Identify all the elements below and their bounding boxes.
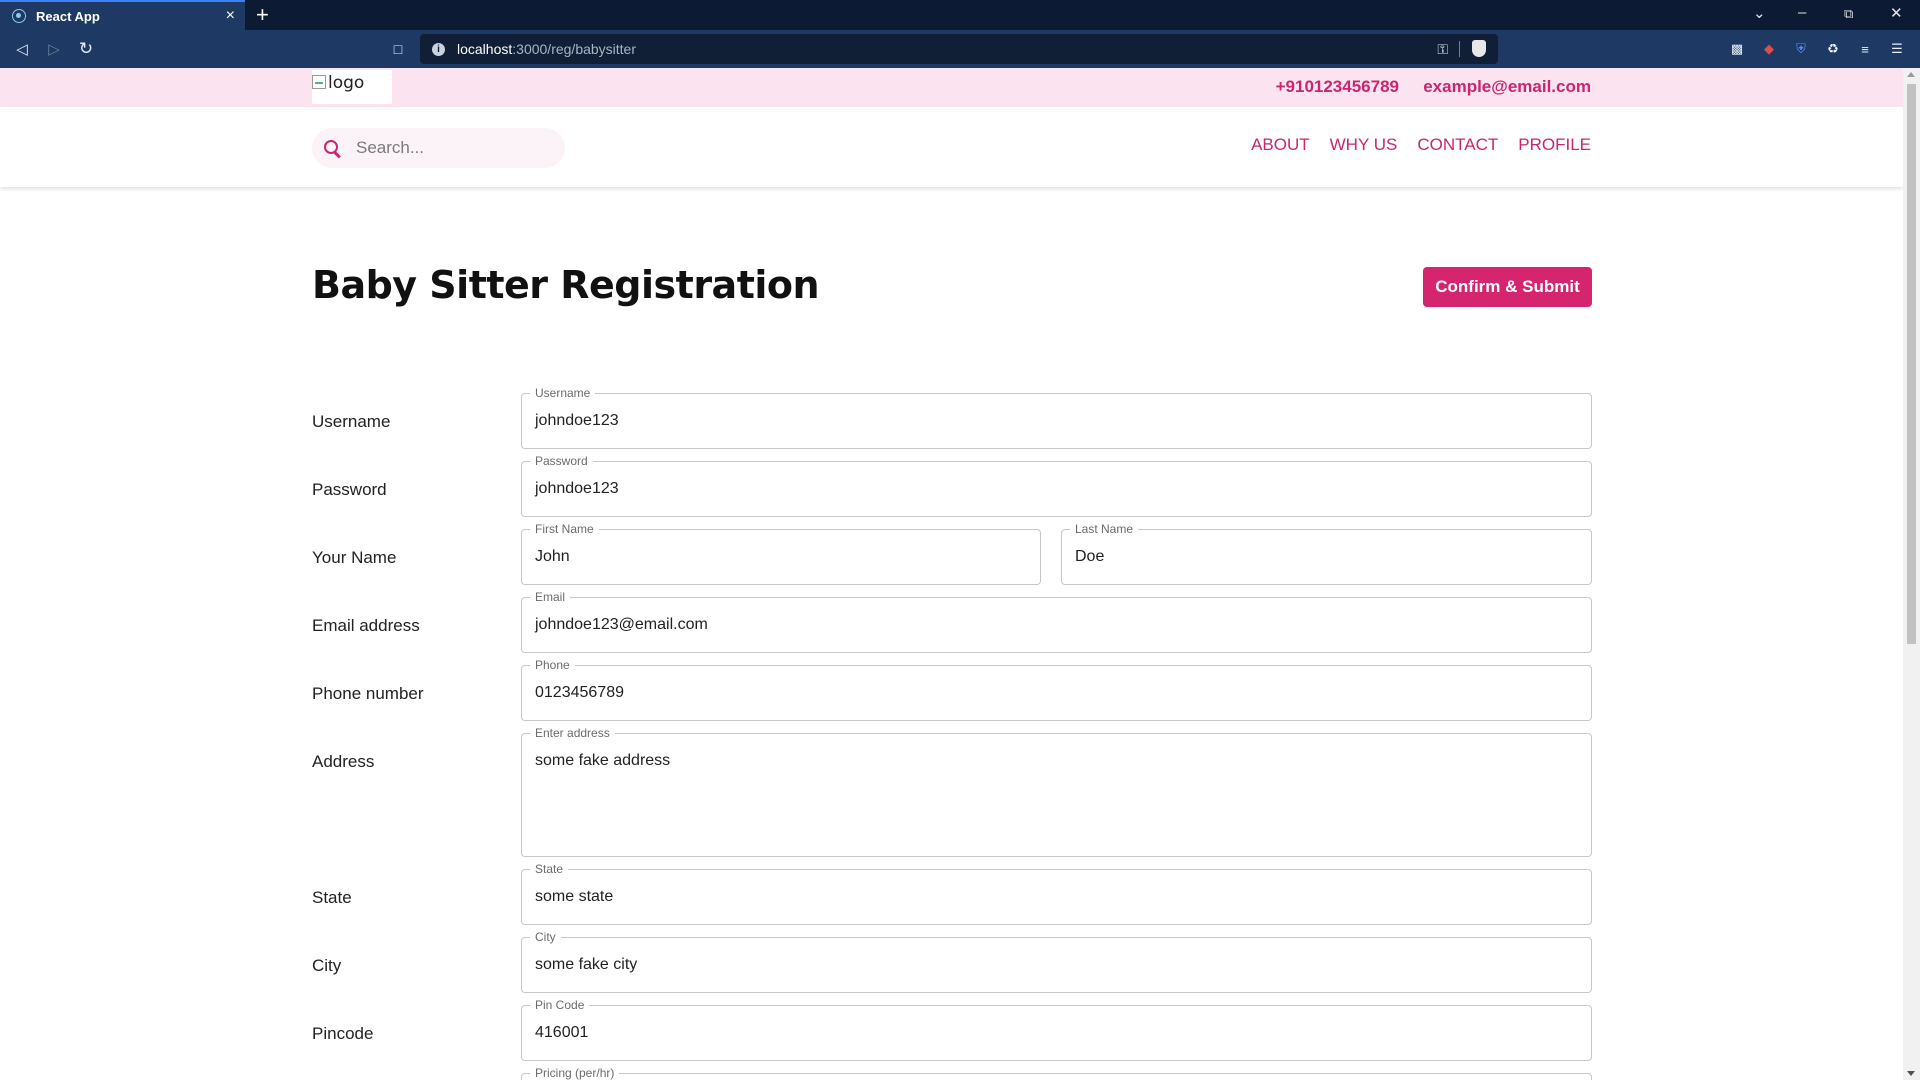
address-textarea[interactable]: Enter address some fake address bbox=[521, 726, 1592, 857]
username-field[interactable]: Username johndoe123 bbox=[521, 386, 1592, 449]
state-legend: State bbox=[530, 862, 569, 876]
brave-shield-icon[interactable] bbox=[1472, 40, 1486, 57]
browser-tabstrip: React App × + ⌄ – ⧉ ✕ bbox=[0, 0, 1920, 30]
email-value: johndoe123@email.com bbox=[535, 616, 708, 633]
extensions-puzzle-icon[interactable]: ♻ bbox=[1824, 40, 1842, 58]
pincode-legend: Pin Code bbox=[530, 998, 590, 1012]
address-bar[interactable]: i localhost:3000/reg/babysitter ⚿ bbox=[420, 34, 1498, 64]
url-path: :3000/reg/babysitter bbox=[512, 41, 637, 57]
password-key-icon[interactable]: ⚿ bbox=[1437, 41, 1448, 58]
logo-alt-text: logo bbox=[328, 73, 365, 93]
new-tab-button[interactable]: + bbox=[256, 2, 269, 28]
confirm-submit-button[interactable]: Confirm & Submit bbox=[1423, 267, 1592, 307]
tab-title: React App bbox=[36, 8, 100, 24]
password-label: Password bbox=[312, 480, 387, 499]
email-field[interactable]: Email johndoe123@email.com bbox=[521, 590, 1592, 653]
search-icon bbox=[324, 140, 340, 156]
pricing-legend: Pricing (per/hr) bbox=[530, 1066, 620, 1080]
city-legend: City bbox=[530, 930, 561, 944]
main-navbar: ABOUT WHY US CONTACT PROFILE bbox=[0, 107, 1903, 187]
pincode-field[interactable]: Pin Code 416001 bbox=[521, 998, 1592, 1061]
contact-phone[interactable]: +910123456789 bbox=[1276, 77, 1399, 97]
pincode-label: Pincode bbox=[312, 1024, 374, 1043]
search-input[interactable] bbox=[356, 138, 536, 158]
username-value: johndoe123 bbox=[535, 412, 619, 429]
address-value: some fake address bbox=[535, 752, 671, 769]
state-value: some state bbox=[535, 888, 614, 905]
username-label: Username bbox=[312, 412, 391, 431]
search-box[interactable] bbox=[312, 128, 565, 168]
first-name-legend: First Name bbox=[530, 522, 599, 536]
window-close-icon[interactable]: ✕ bbox=[1890, 4, 1903, 22]
your-name-label: Your Name bbox=[312, 548, 397, 567]
page-scrollbar[interactable] bbox=[1903, 68, 1920, 1080]
bookmark-icon[interactable]: □ bbox=[387, 38, 409, 60]
nav-link-about[interactable]: ABOUT bbox=[1251, 135, 1310, 155]
phone-value: 0123456789 bbox=[535, 684, 624, 701]
broken-image-icon bbox=[312, 75, 326, 89]
forward-icon[interactable]: ▷ bbox=[43, 38, 65, 60]
url-host: localhost bbox=[457, 41, 513, 57]
pincode-value: 416001 bbox=[535, 1024, 589, 1041]
email-legend: Email bbox=[530, 590, 571, 604]
scroll-down-icon[interactable] bbox=[1907, 1071, 1915, 1076]
nav-link-why-us[interactable]: WHY US bbox=[1330, 135, 1398, 155]
site-info-icon[interactable]: i bbox=[432, 42, 445, 56]
omnibox-divider bbox=[1459, 41, 1460, 57]
nav-link-profile[interactable]: PROFILE bbox=[1518, 135, 1591, 155]
email-label: Email address bbox=[312, 616, 420, 635]
translate-extension-icon[interactable]: ▩ bbox=[1728, 40, 1746, 58]
tab-search-chevron-icon[interactable]: ⌄ bbox=[1753, 4, 1766, 22]
back-icon[interactable]: ◁ bbox=[11, 38, 33, 60]
scroll-up-icon[interactable] bbox=[1907, 72, 1915, 77]
bitwarden-extension-icon[interactable]: ⛨ bbox=[1792, 40, 1810, 58]
city-value: some fake city bbox=[535, 956, 638, 973]
react-favicon-icon bbox=[12, 9, 26, 23]
nav-links: ABOUT WHY US CONTACT PROFILE bbox=[1251, 135, 1591, 155]
last-name-legend: Last Name bbox=[1070, 522, 1139, 536]
last-name-field[interactable]: Last Name Doe bbox=[1061, 522, 1592, 585]
browser-tab-active[interactable]: React App × bbox=[0, 0, 245, 30]
page-title: Baby Sitter Registration bbox=[312, 263, 820, 307]
first-name-value: John bbox=[535, 548, 570, 565]
logo[interactable]: logo bbox=[312, 70, 392, 104]
color-extension-icon[interactable]: ◆ bbox=[1760, 40, 1778, 58]
phone-legend: Phone bbox=[530, 658, 575, 672]
pricing-field[interactable]: Pricing (per/hr) bbox=[521, 1066, 1592, 1080]
contact-email[interactable]: example@email.com bbox=[1423, 77, 1591, 97]
phone-field[interactable]: Phone 0123456789 bbox=[521, 658, 1592, 721]
reading-list-icon[interactable]: ≡ bbox=[1856, 40, 1874, 58]
contact-topbar: logo +910123456789 example@email.com bbox=[0, 68, 1903, 107]
nav-link-contact[interactable]: CONTACT bbox=[1417, 135, 1498, 155]
last-name-value: Doe bbox=[1075, 548, 1105, 565]
state-field[interactable]: State some state bbox=[521, 862, 1592, 925]
page-viewport: logo +910123456789 example@email.com ABO… bbox=[0, 68, 1903, 1080]
password-field[interactable]: Password johndoe123 bbox=[521, 454, 1592, 517]
address-label: Address bbox=[312, 752, 375, 771]
username-legend: Username bbox=[530, 386, 596, 400]
address-legend: Enter address bbox=[530, 726, 615, 740]
restore-icon[interactable]: ⧉ bbox=[1844, 6, 1853, 22]
minimize-icon[interactable]: – bbox=[1798, 4, 1806, 21]
password-value: johndoe123 bbox=[535, 480, 619, 497]
city-label: City bbox=[312, 956, 342, 975]
browser-toolbar: ◁ ▷ ↻ □ i localhost:3000/reg/babysitter … bbox=[0, 30, 1920, 68]
phone-label: Phone number bbox=[312, 684, 424, 703]
reload-icon[interactable]: ↻ bbox=[75, 38, 97, 60]
scrollbar-thumb[interactable] bbox=[1907, 84, 1916, 644]
menu-icon[interactable]: ☰ bbox=[1888, 40, 1906, 58]
tab-close-icon[interactable]: × bbox=[226, 7, 235, 25]
state-label: State bbox=[312, 888, 352, 907]
password-legend: Password bbox=[530, 454, 593, 468]
city-field[interactable]: City some fake city bbox=[521, 930, 1592, 993]
first-name-field[interactable]: First Name John bbox=[521, 522, 1041, 585]
